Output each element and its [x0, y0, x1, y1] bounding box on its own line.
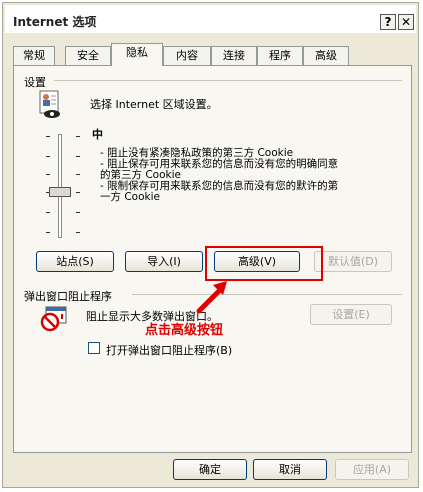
privacy-level: 中: [92, 128, 103, 141]
enable-popup-blocker-checkbox[interactable]: [88, 342, 100, 354]
slider-tick: [76, 136, 80, 137]
import-button[interactable]: 导入(I): [125, 251, 203, 272]
slider-tick: [46, 212, 50, 213]
apply-button[interactable]: 应用(A): [335, 459, 409, 480]
slider-tick: [76, 192, 80, 193]
cancel-button[interactable]: 取消: [253, 459, 327, 480]
slider-tick: [46, 174, 50, 175]
title-bar: Internet 选项 ? ✕: [5, 5, 416, 33]
tab-connections[interactable]: 连接: [211, 46, 257, 65]
enable-popup-blocker-label: 打开弹出窗口阻止程序(B): [106, 344, 233, 357]
slider-tick: [46, 232, 50, 233]
popup-divider: [132, 294, 402, 295]
slider-tick: [76, 174, 80, 175]
annotation-text: 点击高级按钮: [145, 323, 224, 338]
close-button[interactable]: ✕: [398, 14, 414, 30]
sites-button[interactable]: 站点(S): [36, 251, 114, 272]
window-title: Internet 选项: [13, 15, 97, 29]
slider-tick: [46, 156, 50, 157]
slider-tick: [76, 156, 80, 157]
tab-content[interactable]: 内容: [163, 46, 211, 65]
highlight-box: [205, 246, 323, 281]
settings-divider: [54, 80, 402, 81]
popup-settings-button[interactable]: 设置(E): [310, 304, 392, 325]
popup-blocker-icon: [40, 306, 67, 332]
tab-security[interactable]: 安全: [65, 46, 111, 65]
tab-general[interactable]: 常规: [13, 46, 55, 65]
slider-tick: [46, 136, 50, 137]
popup-group-title: 弹出窗口阻止程序: [24, 290, 112, 303]
slider-tick: [76, 232, 80, 233]
slider-tick: [76, 212, 80, 213]
arrow-icon: [196, 281, 227, 314]
tab-privacy[interactable]: 隐私: [111, 43, 163, 66]
privacy-eye-icon: [39, 90, 60, 118]
tab-advanced[interactable]: 高级: [303, 46, 349, 65]
dialog-window: Internet 选项 ? ✕ 常规 安全 隐私 内容 连接 程序 高级 设置 …: [2, 2, 419, 488]
help-button[interactable]: ?: [380, 14, 396, 30]
default-button[interactable]: 默认值(D): [314, 251, 392, 272]
privacy-description: - 阻止没有紧凑隐私政策的第三方 Cookie - 阻止保存可用来联系您的信息而…: [100, 148, 400, 203]
tab-programs[interactable]: 程序: [257, 46, 303, 65]
privacy-slider-track[interactable]: [58, 134, 62, 238]
ok-button[interactable]: 确定: [173, 459, 247, 480]
zone-instruction: 选择 Internet 区域设置。: [90, 98, 218, 111]
description-line: 一方 Cookie: [100, 191, 160, 203]
privacy-slider-thumb[interactable]: [49, 187, 71, 197]
settings-group-title: 设置: [24, 76, 46, 89]
